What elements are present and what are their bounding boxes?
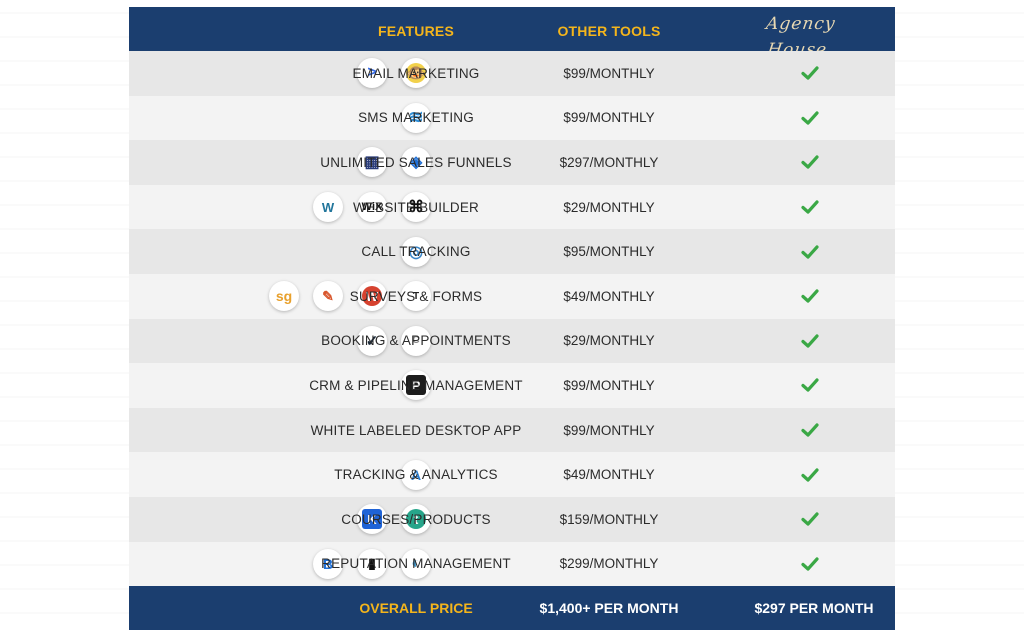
surveygizmo-icon: sg (269, 281, 299, 312)
checkmark-icon (801, 153, 819, 171)
feature-label: SURVEYS & FORMS (349, 288, 483, 304)
feature-label: UNLIMITED SALES FUNNELS (320, 154, 512, 170)
feature-label: CALL TRACKING (361, 244, 471, 260)
agency-house-logo: Agency House MARKETING IN A BOX (739, 11, 859, 68)
feature-label: WHITE LABELED DESKTOP APP (310, 422, 522, 438)
overall-price-label: OVERALL PRICE (359, 600, 473, 617)
other-tools-price: $99/MONTHLY (563, 110, 655, 126)
table-row: ◎ CALL TRACKING $95/MONTHLY (129, 229, 895, 274)
feature-label: EMAIL MARKETING (352, 65, 480, 81)
other-tools-price: $99/MONTHLY (563, 377, 655, 393)
feature-label: COURSES/PRODUCTS (341, 511, 491, 527)
checkmark-icon (801, 64, 819, 82)
other-tools-total: $1,400+ PER MONTH (539, 600, 679, 617)
other-tools-price: $297/MONTHLY (559, 154, 659, 170)
other-tools-price: $29/MONTHLY (563, 333, 655, 349)
table-row: ≋ SMS MARKETING $99/MONTHLY (129, 95, 895, 141)
feature-label: SMS MARKETING (358, 110, 474, 126)
agency-house-total: $297 PER MONTH (754, 600, 874, 617)
table-row: P CRM & PIPELINE MANAGEMENT $99/MONTHLY (129, 363, 895, 408)
table-row: W WiX ⌘ WEBSITE BUILDER $29/MONTHLY (129, 184, 895, 230)
other-tools-price: $99/MONTHLY (563, 65, 655, 81)
feature-label: WEBSITE BUILDER (352, 199, 480, 215)
other-tools-price: $49/MONTHLY (563, 288, 655, 304)
checkmark-icon (801, 376, 819, 394)
other-tools-price: $299/MONTHLY (559, 556, 659, 572)
features-column-header: FEATURES (377, 23, 454, 39)
other-tools-price: $49/MONTHLY (563, 467, 655, 483)
table-row: ✓ C BOOKING & APPOINTMENTS $29/MONTHLY (129, 318, 895, 364)
checkmark-icon (801, 510, 819, 528)
checkmark-icon (801, 109, 819, 127)
other-tools-price: $95/MONTHLY (563, 244, 655, 260)
surveygizmo-icon-glyph: sg (275, 288, 293, 305)
other-tools-price: $159/MONTHLY (559, 511, 659, 527)
table-body: > 🐵 EMAIL MARKETING $99/MONTHLY ≋ SMS MARKETI… (129, 51, 895, 587)
checkmark-icon (801, 243, 819, 261)
table-row: Kt COURSES/PRODUCTS $159/MONTHLY (129, 496, 895, 542)
table-row: B ▮ ◐ REPUTATION MANAGEMENT $299/MONTHLY (129, 541, 895, 587)
other-tools-price: $99/MONTHLY (563, 422, 655, 438)
checkmark-icon (801, 332, 819, 350)
table-header: FEATURES OTHER TOOLS Agency House MARKET… (129, 7, 895, 68)
table-row: sg ✎ W T SURVEYS & FORMS $49/MONTHLY (129, 273, 895, 319)
table-row: ▦ ◈ UNLIMITED SALES FUNNELS $297/MONTHLY (129, 140, 895, 185)
feature-label: TRACKING & ANALYTICS (334, 467, 498, 483)
table-row: A TRACKING & ANALYTICS $49/MONTHLY (129, 452, 895, 497)
checkmark-icon (801, 466, 819, 484)
checkmark-icon (801, 421, 819, 439)
checkmark-icon (801, 198, 819, 216)
feature-label: REPUTATION MANAGEMENT (321, 556, 511, 572)
comparison-table: FEATURES OTHER TOOLS Agency House MARKET… (129, 7, 895, 631)
table-row: WHITE LABELED DESKTOP APP $99/MONTHLY (129, 407, 895, 453)
table-row: > 🐵 EMAIL MARKETING $99/MONTHLY (129, 51, 895, 96)
checkmark-icon (801, 555, 819, 573)
other-tools-price: $29/MONTHLY (563, 199, 655, 215)
checkmark-icon (801, 287, 819, 305)
feature-label: CRM & PIPELINE MANAGEMENT (309, 377, 523, 393)
feature-label: BOOKING & APPOINTMENTS (321, 333, 511, 349)
table-footer: OVERALL PRICE $1,400+ PER MONTH $297 PER… (129, 586, 895, 631)
other-tools-column-header: OTHER TOOLS (557, 23, 661, 39)
